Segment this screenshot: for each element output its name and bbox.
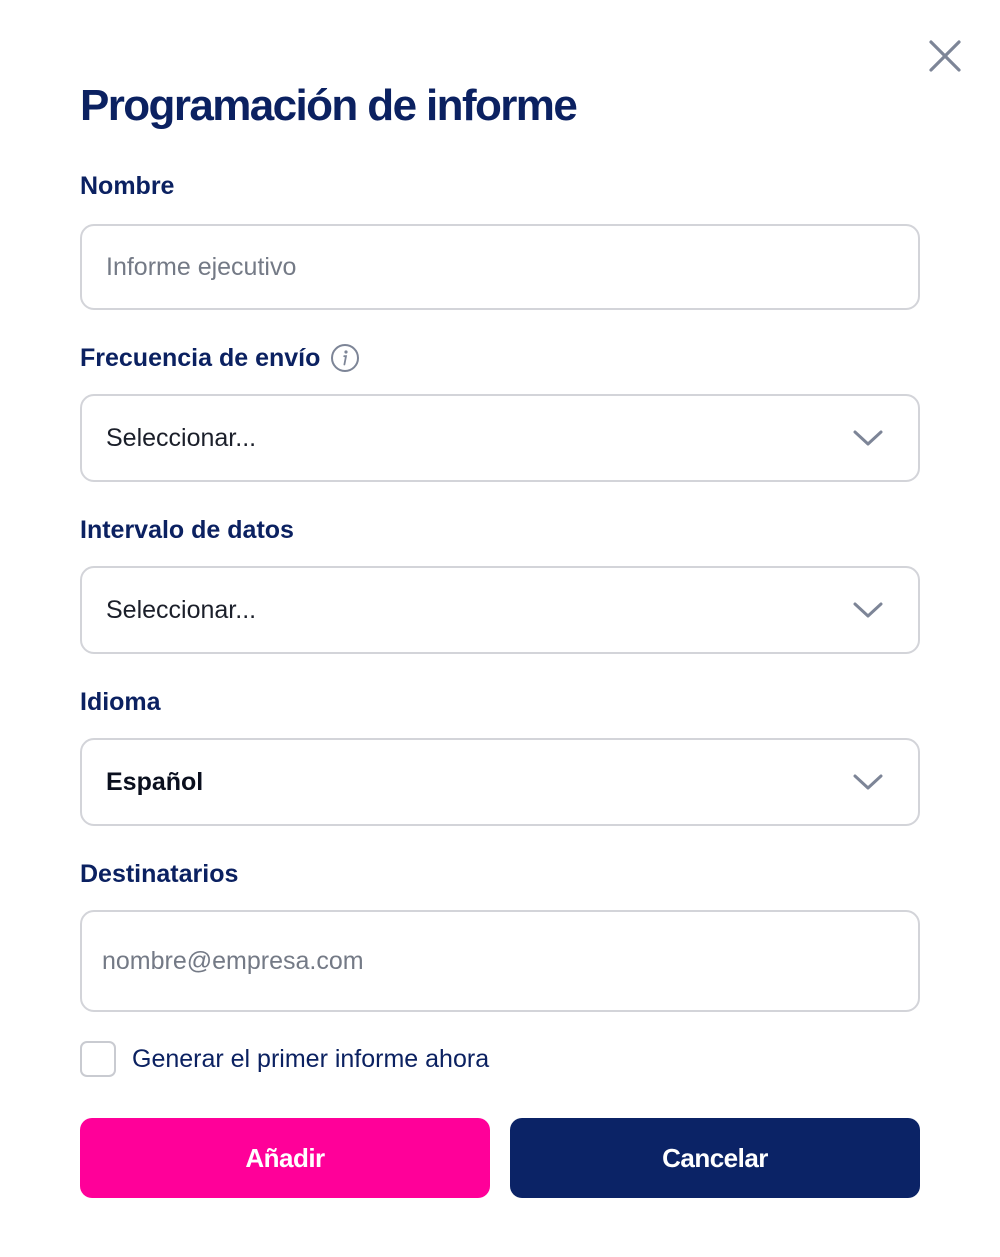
add-button[interactable]: Añadir: [80, 1118, 490, 1198]
frequency-label: Frecuencia de envío: [80, 342, 360, 374]
name-label-text: Nombre: [80, 172, 175, 200]
interval-select-value: Seleccionar...: [106, 595, 257, 624]
cancel-button[interactable]: Cancelar: [510, 1118, 920, 1198]
frequency-select[interactable]: Seleccionar...: [80, 394, 920, 482]
language-label-text: Idioma: [80, 688, 161, 716]
generate-now-label: Generar el primer informe ahora: [132, 1044, 490, 1073]
recipients-label-text: Destinatarios: [80, 860, 239, 888]
chevron-down-icon: [853, 602, 883, 618]
name-input[interactable]: [82, 226, 918, 308]
frequency-select-value: Seleccionar...: [106, 423, 257, 452]
recipients-input[interactable]: [82, 912, 918, 1010]
language-select-value: Español: [106, 767, 204, 796]
info-icon[interactable]: [330, 343, 360, 373]
close-button[interactable]: [926, 37, 964, 75]
interval-label: Intervalo de datos: [80, 514, 294, 546]
language-label: Idioma: [80, 686, 161, 718]
interval-label-text: Intervalo de datos: [80, 516, 294, 544]
recipients-label: Destinatarios: [80, 858, 238, 890]
dialog-title: Programación de informe: [80, 81, 578, 130]
frequency-label-text: Frecuencia de envío: [80, 344, 321, 372]
recipients-field[interactable]: [80, 910, 920, 1012]
interval-select[interactable]: Seleccionar...: [80, 566, 920, 654]
generate-now-checkbox[interactable]: [80, 1041, 116, 1077]
chevron-down-icon: [853, 430, 883, 446]
generate-now-option[interactable]: Generar el primer informe ahora: [80, 1041, 489, 1077]
language-select[interactable]: Español: [80, 738, 920, 826]
name-label: Nombre: [80, 170, 174, 202]
chevron-down-icon: [853, 774, 883, 790]
name-field[interactable]: [80, 224, 920, 310]
close-icon: [929, 40, 961, 72]
